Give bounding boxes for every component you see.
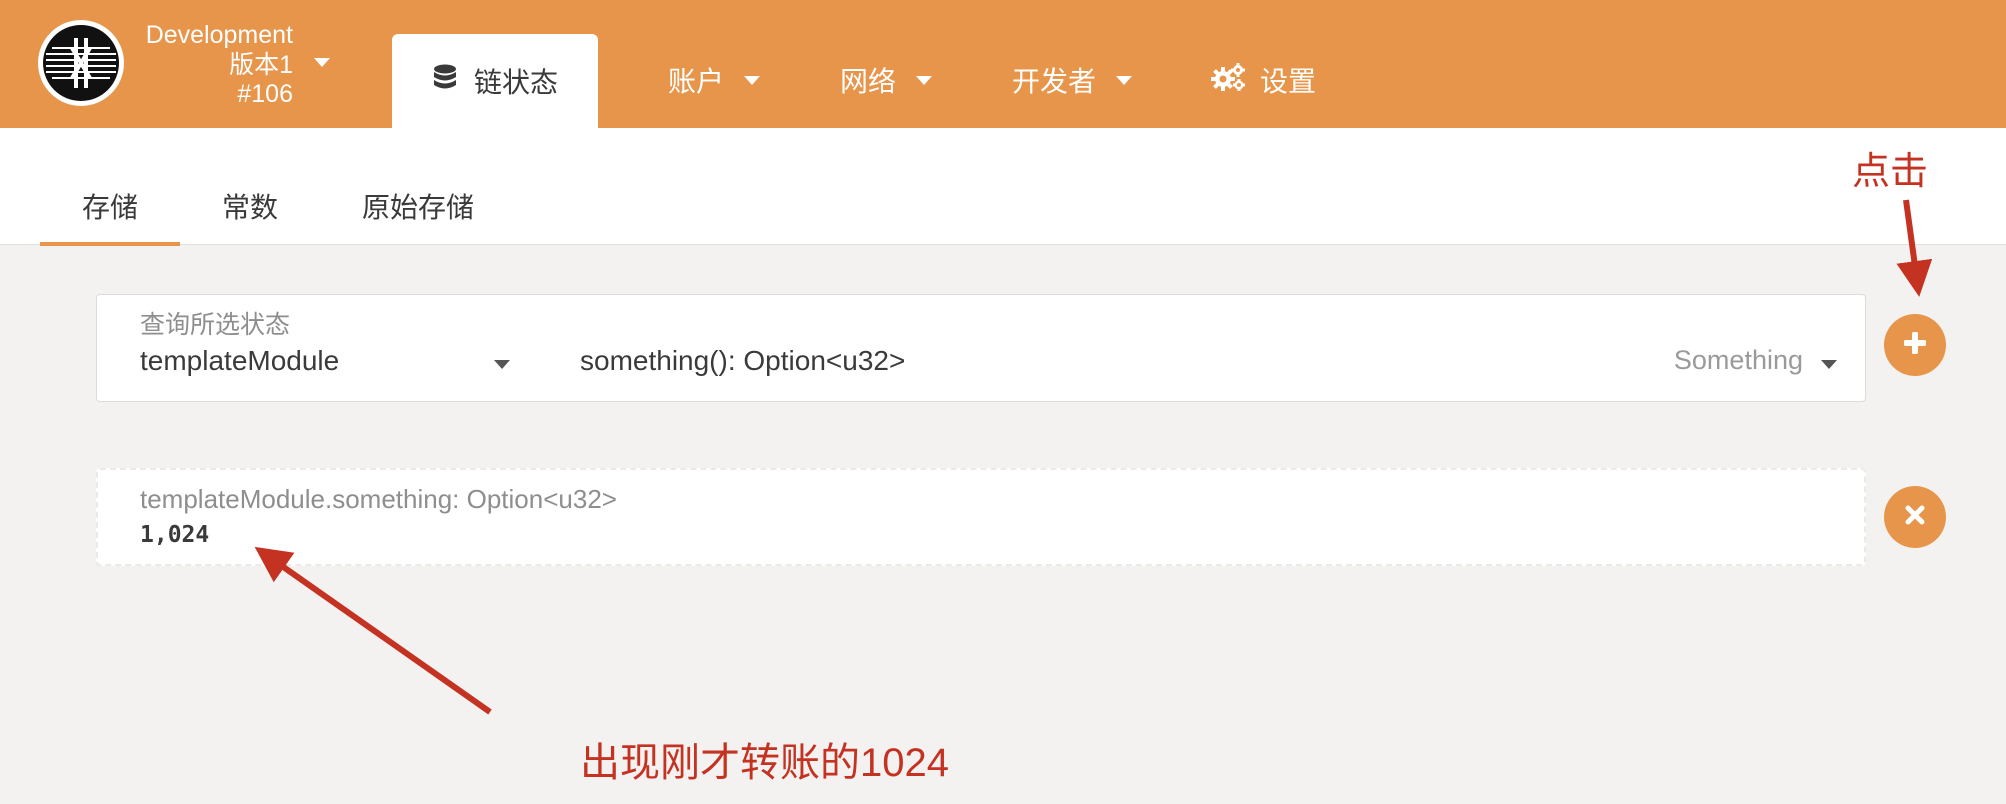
nav-accounts-label: 账户 xyxy=(668,66,725,97)
nav-network[interactable]: 网络 xyxy=(840,50,933,110)
chevron-down-icon xyxy=(1821,360,1837,369)
chain-version: 版本1 xyxy=(229,51,293,79)
result-label: templateModule.something: Option<u32> xyxy=(140,484,617,514)
best-block-number: #106 xyxy=(237,80,293,108)
gears-icon xyxy=(1210,62,1246,99)
nav-settings-label: 设置 xyxy=(1260,66,1317,97)
chain-name: Development xyxy=(145,21,293,49)
close-icon xyxy=(1904,504,1926,531)
chevron-down-icon xyxy=(494,360,510,369)
top-nav-bar: Development 版本1 #106 链状态 账户 网络 开发者 设置 xyxy=(0,0,2006,128)
nav-chain-state[interactable]: 链状态 xyxy=(392,34,598,128)
database-icon xyxy=(432,64,458,99)
chevron-down-icon xyxy=(314,58,330,67)
chain-selector[interactable]: Development 版本1 #106 xyxy=(128,20,342,112)
nav-settings[interactable]: 设置 xyxy=(1210,50,1316,110)
add-query-button[interactable] xyxy=(1884,314,1946,376)
chevron-down-icon xyxy=(1116,75,1133,85)
nav-accounts[interactable]: 账户 xyxy=(668,50,761,110)
nav-developer[interactable]: 开发者 xyxy=(1012,50,1133,110)
plus-icon xyxy=(1902,330,1928,361)
chevron-down-icon xyxy=(744,75,761,85)
chevron-down-icon xyxy=(916,75,933,85)
query-label: 查询所选状态 xyxy=(140,311,291,339)
module-select-value: templateModule xyxy=(140,345,340,376)
nav-chain-state-label: 链状态 xyxy=(473,67,558,98)
arrow-to-result-value xyxy=(254,546,492,715)
tab-storage[interactable]: 存储 xyxy=(82,186,138,226)
remove-result-button[interactable] xyxy=(1884,486,1946,548)
method-select-hint: Something xyxy=(1673,345,1803,375)
nav-network-label: 网络 xyxy=(840,66,897,97)
chain-state-tabs: 存储 常数 原始存储 xyxy=(0,128,2006,246)
nav-developer-label: 开发者 xyxy=(1012,66,1097,97)
storage-query-form: 查询所选状态 templateModule something(): Optio… xyxy=(96,294,1866,402)
tab-constants[interactable]: 常数 xyxy=(222,186,278,226)
substrate-logo-icon[interactable] xyxy=(38,20,124,106)
result-value: 1,024 xyxy=(140,522,210,548)
method-select[interactable]: something(): Option<u32> Something xyxy=(580,345,1845,385)
method-select-value: something(): Option<u32> xyxy=(580,345,906,376)
storage-result: templateModule.something: Option<u32> 1,… xyxy=(96,468,1866,566)
active-tab-indicator xyxy=(40,242,180,246)
result-annotation: 出现刚才转账的1024 xyxy=(580,741,949,785)
module-select[interactable]: templateModule xyxy=(140,345,526,385)
tab-raw-storage[interactable]: 原始存储 xyxy=(362,186,474,226)
click-annotation: 点击 xyxy=(1852,151,1929,193)
